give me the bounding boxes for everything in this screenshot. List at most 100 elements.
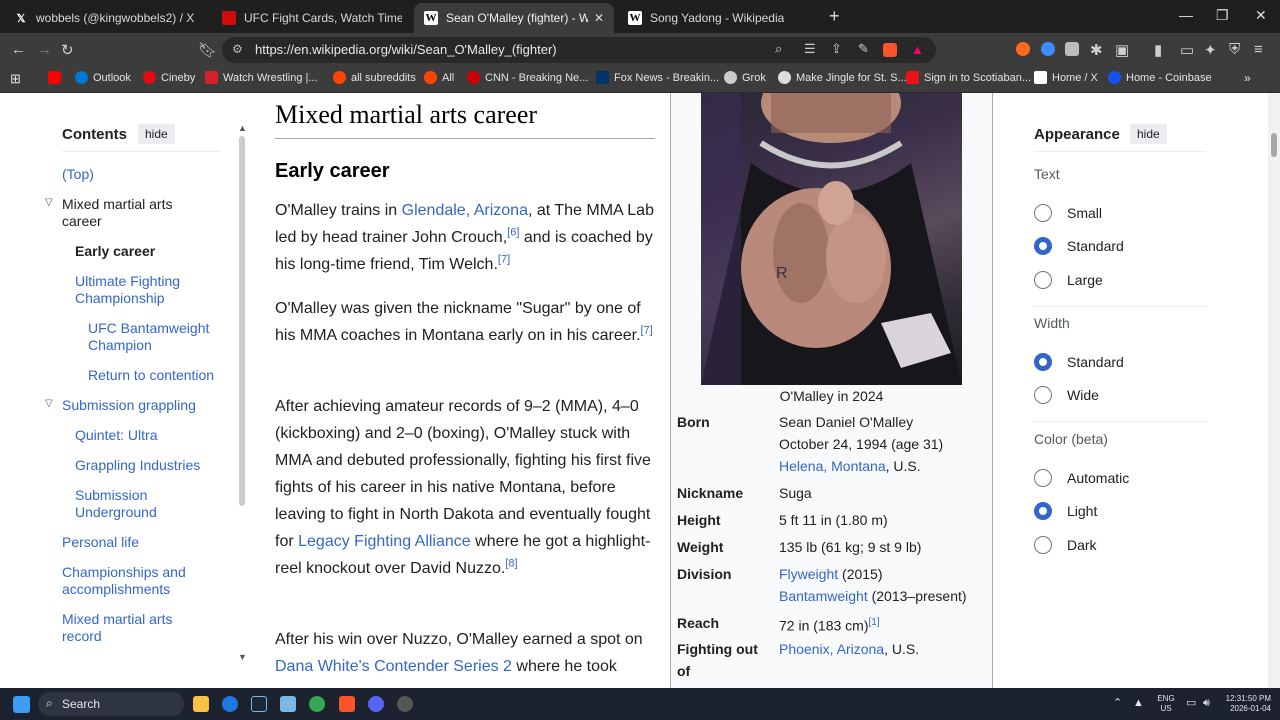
radio-button[interactable] [1034,204,1052,222]
toc-item-grappling-industries[interactable]: Grappling Industries [75,457,235,474]
toc-item-early-career[interactable]: Early career [75,243,235,260]
citation-link[interactable]: [6] [507,227,519,239]
toc-item-championships[interactable]: Championships and accomplishments [62,564,202,598]
windows-start-icon[interactable] [13,696,30,713]
radio-button[interactable] [1034,386,1052,404]
radio-button[interactable] [1034,237,1052,255]
radio-button[interactable] [1034,502,1052,520]
tab-ufc-fight-cards[interactable]: UFC Fight Cards, Watch Times, Live St [212,3,412,33]
tab-x-profile[interactable]: 𝕏 wobbels (@kingwobbels2) / X [4,3,209,33]
sidebar-icon[interactable]: ▮ [1154,41,1162,59]
bookmark-cnn[interactable]: CNN - Breaking Ne... [467,71,588,84]
scrollbar-thumb[interactable] [1271,133,1277,157]
toc-item-return-to-contention[interactable]: Return to contention [88,367,228,384]
reader-mode-icon[interactable]: ☰ [804,41,816,57]
link-glendale-arizona[interactable]: Glendale, Arizona [402,202,528,219]
link-helena-montana[interactable]: Helena, Montana [779,458,886,474]
radio-button[interactable] [1034,353,1052,371]
radio-button[interactable] [1034,469,1052,487]
toc-scrollbar[interactable] [239,136,245,506]
radio-button[interactable] [1034,536,1052,554]
steam-icon[interactable] [251,696,267,712]
color-light-option[interactable]: Light [1034,502,1097,520]
link-bantamweight[interactable]: Bantamweight [779,588,868,604]
wallet-icon[interactable]: ▭ [1180,41,1194,59]
minimize-window-icon[interactable]: — [1179,7,1193,23]
tab-sean-omalley[interactable]: W Sean O'Malley (fighter) - Wikipedia ✕ [414,3,614,33]
fighter-photo[interactable]: R [701,93,962,385]
bookmark-coinbase[interactable]: Home - Coinbase [1108,71,1212,84]
app-icon[interactable] [397,696,413,712]
link-legacy-fighting-alliance[interactable]: Legacy Fighting Alliance [298,533,471,550]
extensions-puzzle-icon[interactable]: ✱ [1090,41,1103,59]
tab-song-yadong[interactable]: W Song Yadong - Wikipedia [618,3,823,33]
bookmark-all[interactable]: All [424,71,454,84]
link-flyweight[interactable]: Flyweight [779,566,838,582]
toc-item-personal-life[interactable]: Personal life [62,534,222,551]
bookmark-home-x[interactable]: Home / X [1034,71,1098,84]
leo-ai-icon[interactable]: ✦ [1204,41,1217,59]
citation-link[interactable]: [1] [868,617,879,628]
bookmark-scotiabank[interactable]: Sign in to Scotiaban... [906,71,1031,84]
edge-icon[interactable] [222,696,238,712]
app-tray-icon[interactable]: ▲ [1133,698,1144,709]
width-wide-option[interactable]: Wide [1034,386,1099,404]
radio-button[interactable] [1034,271,1052,289]
toc-item-top[interactable]: (Top) [62,166,222,183]
back-icon[interactable]: ← [11,41,26,58]
bookmark-grok[interactable]: Grok [724,71,766,84]
close-window-icon[interactable]: ✕ [1255,7,1267,24]
chevron-down-icon[interactable]: ▽ [45,197,53,208]
text-size-large-option[interactable]: Large [1034,271,1103,289]
menu-icon[interactable]: ≡ [1254,41,1263,58]
chevron-down-icon[interactable]: ▽ [45,398,53,409]
bookmark-youtube[interactable] [48,71,66,84]
color-dark-option[interactable]: Dark [1034,536,1097,554]
scroll-down-icon[interactable]: ▼ [238,652,247,662]
app-icon[interactable] [280,696,296,712]
vpn-icon[interactable]: ⛨ [1229,41,1240,58]
site-info-icon[interactable]: ⚙︎ [232,42,243,56]
toc-item-ufc-bantamweight-champion[interactable]: UFC Bantamweight Champion [88,320,228,354]
toc-item-submission-underground[interactable]: Submission Underground [75,487,185,521]
link-phoenix-arizona[interactable]: Phoenix, Arizona [779,641,884,657]
volume-icon[interactable]: 🔊︎ [1203,698,1210,709]
toc-item-mma-career[interactable]: Mixed martial arts career [62,196,202,230]
language-indicator[interactable]: ENG US [1153,694,1179,714]
bookmark-cineby[interactable]: Cineby [143,71,195,84]
toc-item-submission-grappling[interactable]: Submission grappling [62,397,222,414]
apps-grid-icon[interactable]: ⊞ [10,71,21,87]
width-standard-option[interactable]: Standard [1034,353,1124,371]
maximize-window-icon[interactable]: ❐ [1216,7,1229,24]
tray-overflow-icon[interactable]: ⌃ [1113,698,1122,709]
citation-link[interactable]: [7] [498,254,510,266]
brave-icon[interactable] [339,696,355,712]
text-size-small-option[interactable]: Small [1034,204,1102,222]
toc-item-quintet-ultra[interactable]: Quintet: Ultra [75,427,235,444]
more-bookmarks-icon[interactable]: » [1244,71,1251,85]
zoom-icon[interactable]: ⌕ [775,41,782,57]
close-tab-icon[interactable]: ✕ [588,11,604,25]
discord-icon[interactable] [368,696,384,712]
toc-item-ufc[interactable]: Ultimate Fighting Championship [75,273,205,307]
bookmark-jingle[interactable]: Make Jingle for St. S... [778,71,907,84]
reload-icon[interactable]: ↻ [61,41,74,59]
file-explorer-icon[interactable] [193,696,209,712]
bookmark-outlook[interactable]: Outlook [75,71,131,84]
chrome-icon[interactable] [309,696,325,712]
bookmark-icon[interactable]: 🔖︎ [198,41,217,59]
brave-shields-icon[interactable] [883,43,897,57]
bookmark-watch-wrestling[interactable]: Watch Wrestling |... [205,71,318,84]
text-size-standard-option[interactable]: Standard [1034,237,1124,255]
citation-link[interactable]: [7] [641,325,653,337]
toc-item-mma-record[interactable]: Mixed martial arts record [62,611,192,645]
extension-icon[interactable] [1016,42,1030,56]
page-scrollbar[interactable] [1268,93,1280,688]
translate-icon[interactable]: ✎ [858,41,869,57]
taskbar-search[interactable]: ⌕ Search [38,692,184,716]
screenshot-icon[interactable]: ▣ [1115,41,1129,59]
forward-icon[interactable]: → [37,41,52,58]
network-icon[interactable]: ▭ [1186,698,1196,709]
scroll-up-icon[interactable]: ▲ [238,123,247,133]
brave-rewards-icon[interactable]: ▲ [911,42,924,57]
